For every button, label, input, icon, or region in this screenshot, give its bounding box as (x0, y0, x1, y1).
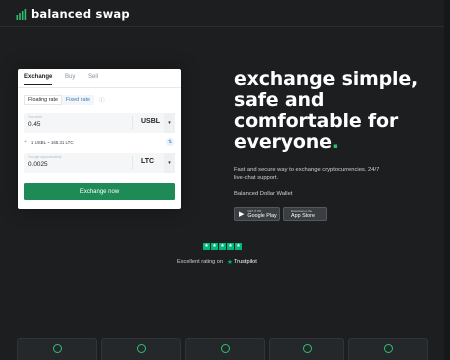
send-amount-value[interactable]: 0.45 (28, 121, 40, 128)
rate-type-toggle: Floating rate Fixed rate ⓘ (24, 95, 104, 105)
app-store-text: App Store (291, 212, 315, 219)
hero-section: exchange simple, safe and comfortable fo… (234, 69, 434, 153)
receive-amount-field[interactable]: You get approximately 0.0025 LTC ▾ (24, 153, 175, 173)
feature-card[interactable] (17, 338, 97, 360)
hero-title-line: comfortable for (234, 110, 399, 132)
hero-subtitle: Fast and secure way to exchange cryptocu… (234, 167, 380, 181)
send-label: You send (28, 115, 43, 119)
hero-title: exchange simple, safe and comfortable fo… (234, 69, 434, 153)
hero-title-line: exchange simple, (234, 68, 419, 90)
trustpilot-stars: ★ ★ ★ ★ ★ (203, 243, 242, 250)
star-icon: ★ (203, 243, 210, 250)
tab-buy[interactable]: Buy (65, 74, 75, 80)
field-divider (132, 116, 133, 130)
send-currency[interactable]: USBL (141, 118, 160, 125)
trustpilot-brand[interactable]: Trustpilot (234, 259, 257, 265)
feature-card[interactable] (101, 338, 181, 360)
plus-icon: + (24, 139, 27, 145)
star-icon: ★ (211, 243, 218, 250)
hero-title-line: safe and (234, 89, 325, 111)
hero-title-line-last: everyone. (234, 132, 434, 153)
receive-label: You get approximately (28, 155, 62, 159)
rating-text: Excellent rating on (177, 259, 224, 265)
feature-card[interactable] (269, 338, 344, 360)
feature-icon (137, 344, 146, 353)
send-currency-dropdown[interactable]: ▾ (164, 113, 175, 133)
brand-name[interactable]: balanced swap (31, 7, 130, 21)
star-icon: ★ (227, 243, 234, 250)
hero-title-dot: . (331, 131, 339, 153)
info-icon[interactable]: ⓘ (99, 96, 105, 104)
page: balanced swap Exchange Buy Sell Floating… (0, 0, 450, 360)
page-edge (444, 0, 450, 360)
google-play-button[interactable]: ▶ GET IT ON Google Play (234, 207, 280, 221)
feature-icon (384, 344, 393, 353)
tab-sell[interactable]: Sell (88, 74, 98, 80)
fixed-rate-button[interactable]: Fixed rate (61, 95, 94, 105)
field-divider (132, 156, 133, 170)
exchange-widget: Exchange Buy Sell Floating rate Fixed ra… (18, 69, 181, 209)
app-store-button[interactable]: Download on the App Store (283, 207, 327, 221)
site-header[interactable]: balanced swap (16, 6, 130, 22)
tab-exchange[interactable]: Exchange (24, 74, 53, 85)
feature-card[interactable] (185, 338, 265, 360)
feature-card[interactable] (348, 338, 428, 360)
google-play-icon: ▶ (239, 211, 245, 218)
feature-icon (302, 344, 312, 353)
trustpilot-star-icon: ★ (227, 259, 233, 266)
feature-icon (53, 344, 62, 353)
receive-currency[interactable]: LTC (141, 158, 154, 165)
exchange-rate-info: + 1 USBL ~ 165.31 LTC (24, 139, 74, 145)
receive-amount-value[interactable]: 0.0025 (28, 161, 48, 168)
floating-rate-button[interactable]: Floating rate (24, 95, 62, 105)
trustpilot-rating[interactable]: Excellent rating on ★ Trustpilot (177, 258, 257, 266)
exchange-rate-text: 1 USBL ~ 165.31 LTC (30, 139, 74, 145)
header-divider (0, 26, 444, 27)
wallet-label: Balanced Dollar Wallet (234, 191, 293, 197)
receive-currency-dropdown[interactable]: ▾ (164, 153, 175, 173)
star-icon: ★ (219, 243, 226, 250)
google-play-text: Google Play (247, 212, 277, 219)
star-icon: ★ (235, 243, 242, 250)
exchange-now-button[interactable]: Exchange now (24, 183, 175, 200)
chart-bars-icon (16, 9, 27, 20)
send-amount-field[interactable]: You send 0.45 USBL ▾ (24, 113, 175, 133)
hero-title-line: everyone (234, 131, 332, 153)
exchange-tabs: Exchange Buy Sell (18, 69, 181, 88)
swap-direction-button[interactable]: ⇅ (166, 138, 174, 146)
feature-icon (221, 344, 230, 353)
